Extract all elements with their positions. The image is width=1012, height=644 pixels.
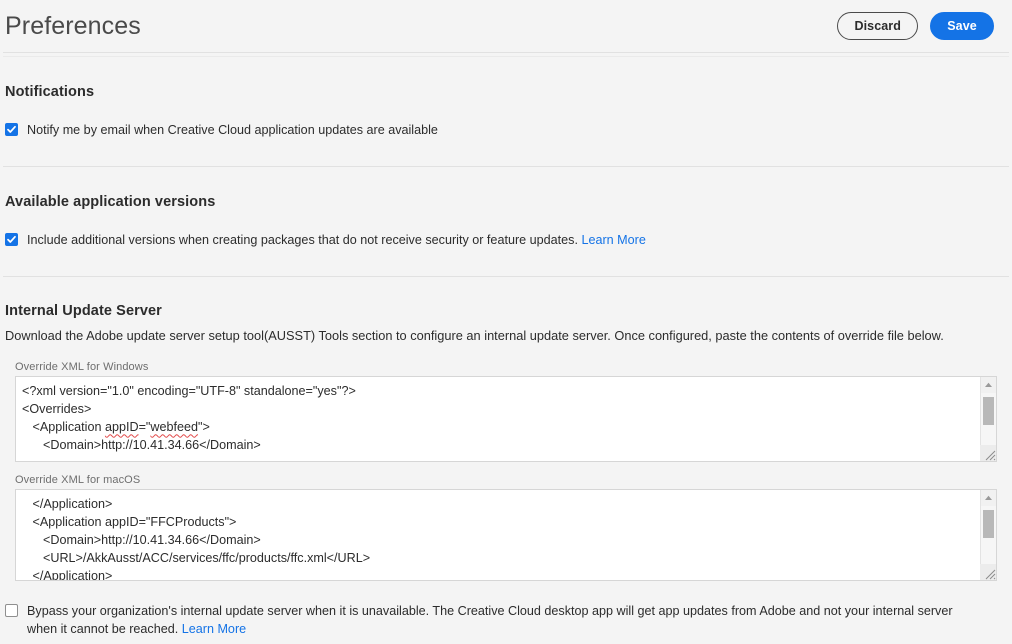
windows-xml-resize-handle[interactable] (980, 445, 996, 461)
include-additional-versions-text: Include additional versions when creatin… (27, 233, 578, 247)
internal-update-server-description: Download the Adobe update server setup t… (5, 327, 1007, 346)
preferences-page: Preferences Discard Save Notifications N… (0, 0, 1012, 644)
windows-xml-label: Override XML for Windows (15, 361, 1007, 373)
available-versions-section: Available application versions Include a… (0, 194, 1012, 250)
bypass-update-server-row[interactable]: Bypass your organization's internal upda… (5, 603, 1007, 639)
page-title: Preferences (5, 14, 141, 39)
macos-xml-label: Override XML for macOS (15, 474, 1007, 486)
scroll-up-icon[interactable] (981, 377, 996, 393)
macos-xml-field: Override XML for macOS </Application> <A… (5, 474, 1007, 581)
spellcheck-word: webfeed (150, 420, 198, 434)
xml-line: <URL>/AkkAusst/ACC/services/ffc/products… (22, 549, 974, 567)
triangle-up-icon (984, 495, 993, 501)
notify-email-checkbox[interactable] (5, 123, 18, 136)
available-versions-divider (3, 276, 1009, 277)
macos-xml-scroll-thumb[interactable] (983, 510, 994, 538)
resize-grip-icon (980, 564, 996, 580)
notifications-section: Notifications Notify me by email when Cr… (0, 84, 1012, 140)
xml-line: <Domain>http://10.41.34.66</Domain> (22, 436, 974, 454)
include-additional-versions-label: Include additional versions when creatin… (27, 232, 646, 250)
xml-line: <Domain>http://10.41.34.66</Domain> (22, 531, 974, 549)
include-additional-versions-row[interactable]: Include additional versions when creatin… (5, 232, 1007, 250)
windows-xml-content[interactable]: <?xml version="1.0" encoding="UTF-8" sta… (16, 377, 980, 461)
bypass-update-server-text: Bypass your organization's internal upda… (27, 604, 953, 636)
internal-update-server-section: Internal Update Server Download the Adob… (0, 303, 1012, 639)
windows-xml-scroll-track[interactable] (981, 393, 996, 445)
bypass-update-server-label: Bypass your organization's internal upda… (27, 603, 962, 639)
header-actions: Discard Save (837, 12, 994, 40)
macos-xml-resize-handle[interactable] (980, 564, 996, 580)
xml-line: <Application appID="FFCProducts"> (22, 513, 974, 531)
xml-line: <Overrides> (22, 400, 974, 418)
internal-update-server-title: Internal Update Server (5, 303, 1007, 319)
notify-email-row[interactable]: Notify me by email when Creative Cloud a… (5, 122, 1007, 140)
macos-xml-scroll-track[interactable] (981, 506, 996, 564)
spellcheck-word: appID (105, 420, 139, 434)
windows-xml-textarea[interactable]: <?xml version="1.0" encoding="UTF-8" sta… (15, 376, 997, 462)
xml-line: </Application> (22, 567, 974, 580)
notify-email-label: Notify me by email when Creative Cloud a… (27, 122, 438, 140)
macos-xml-textarea[interactable]: </Application> <Application appID="FFCPr… (15, 489, 997, 581)
notifications-title: Notifications (5, 84, 1007, 100)
scroll-up-icon[interactable] (981, 490, 996, 506)
xml-line: <Application appID="webfeed"> (22, 418, 974, 436)
xml-line: <?xml version="1.0" encoding="UTF-8" sta… (22, 382, 974, 400)
triangle-up-icon (984, 382, 993, 388)
bypass-learn-more-link[interactable]: Learn More (182, 622, 246, 636)
header-divider (3, 52, 1009, 53)
checkmark-icon (6, 124, 17, 135)
checkmark-icon (6, 234, 17, 245)
available-versions-learn-more-link[interactable]: Learn More (581, 233, 645, 247)
discard-button[interactable]: Discard (837, 12, 918, 40)
available-versions-title: Available application versions (5, 194, 1007, 210)
header-divider-secondary (3, 56, 1009, 57)
windows-xml-scroll-thumb[interactable] (983, 397, 994, 425)
macos-xml-content[interactable]: </Application> <Application appID="FFCPr… (16, 490, 980, 580)
bypass-update-server-checkbox[interactable] (5, 604, 18, 617)
xml-line: </Application> (22, 495, 974, 513)
windows-xml-field: Override XML for Windows <?xml version="… (5, 361, 1007, 462)
include-additional-versions-checkbox[interactable] (5, 233, 18, 246)
save-button[interactable]: Save (930, 12, 994, 40)
page-header: Preferences Discard Save (0, 0, 1012, 52)
notifications-divider (3, 166, 1009, 167)
resize-grip-icon (980, 445, 996, 461)
